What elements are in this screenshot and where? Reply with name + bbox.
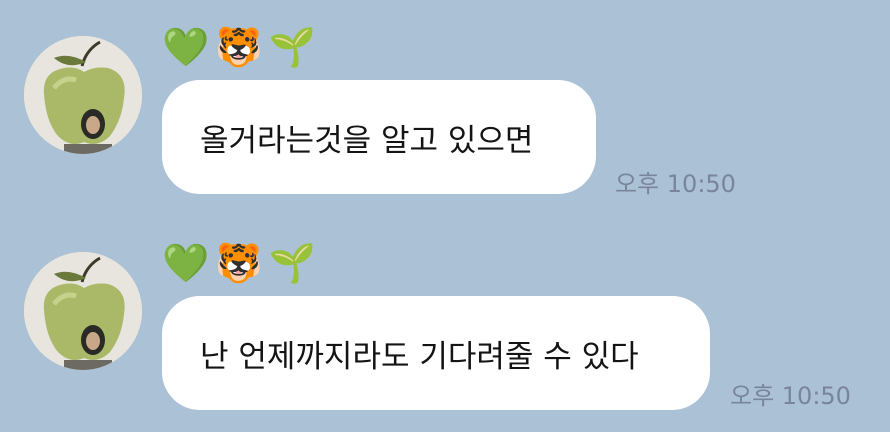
avatar[interactable] xyxy=(24,252,142,370)
seedling-icon: 🌱 xyxy=(268,25,316,69)
avatar[interactable] xyxy=(24,36,142,154)
green-heart-icon: 💚 xyxy=(162,25,210,69)
message-bubble[interactable]: 난 언제까지라도 기다려줄 수 있다 xyxy=(162,296,710,410)
profile-name: 💚 🐯 🌱 xyxy=(162,236,316,290)
tiger-face-icon: 🐯 xyxy=(215,25,263,69)
green-apple-avatar-icon xyxy=(24,36,142,154)
green-heart-icon: 💚 xyxy=(162,241,210,285)
message-text: 난 언제까지라도 기다려줄 수 있다 xyxy=(200,338,639,375)
tiger-face-icon: 🐯 xyxy=(215,241,263,285)
message-time: 오후 10:50 xyxy=(615,170,736,198)
green-apple-avatar-icon xyxy=(24,252,142,370)
profile-name: 💚 🐯 🌱 xyxy=(162,20,316,74)
message-text: 올거라는것을 알고 있으면 xyxy=(200,122,534,159)
message-bubble[interactable]: 올거라는것을 알고 있으면 xyxy=(162,80,596,194)
chat-message: 💚 🐯 🌱 올거라는것을 알고 있으면 오후 10:50 xyxy=(0,0,890,200)
seedling-icon: 🌱 xyxy=(268,241,316,285)
message-time: 오후 10:50 xyxy=(730,382,851,410)
chat-message: 💚 🐯 🌱 난 언제까지라도 기다려줄 수 있다 오후 10:50 xyxy=(0,216,890,416)
